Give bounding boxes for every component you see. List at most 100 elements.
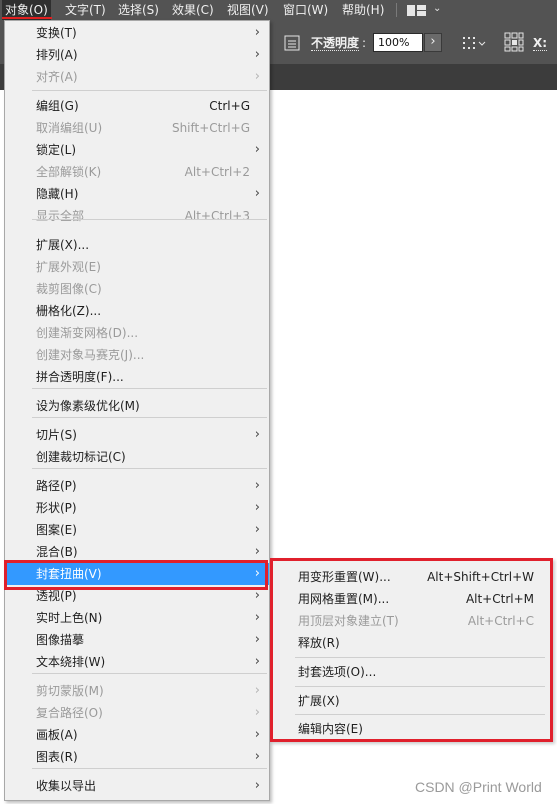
menu-item-label: 拼合透明度(F)... <box>36 370 124 384</box>
menu-item-show-all[interactable]: 显示全部 Alt+Ctrl+3 <box>5 205 269 227</box>
menu-item-lock[interactable]: 锁定(L) › <box>5 139 269 161</box>
menu-item-group[interactable]: 编组(G) Ctrl+G <box>5 95 269 117</box>
menu-item-artboards[interactable]: 画板(A) › <box>5 724 269 746</box>
menu-item-hide[interactable]: 隐藏(H) › <box>5 183 269 205</box>
menu-bar: 对象(O) 文字(T) 选择(S) 效果(C) 视图(V) 窗口(W) 帮助(H… <box>0 0 557 20</box>
menu-item-unlock-all[interactable]: 全部解锁(K) Alt+Ctrl+2 <box>5 161 269 183</box>
menu-item-label: 编组(G) <box>36 99 79 113</box>
chevron-right-icon: › <box>254 654 260 669</box>
menu-item-label: 创建对象马赛克(J)... <box>36 348 145 362</box>
menu-divider <box>32 388 267 389</box>
chevron-right-icon: › <box>254 186 260 201</box>
menu-item-label: 栅格化(Z)... <box>36 304 102 318</box>
menu-item-align[interactable]: 对齐(A) › <box>5 66 269 88</box>
menu-item-create-gradient-mesh[interactable]: 创建渐变网格(D)... <box>5 322 269 344</box>
submenu-item-make-with-top-object[interactable]: 用顶层对象建立(T) Alt+Ctrl+C <box>273 610 550 632</box>
menu-item-arrange[interactable]: 排列(A) › <box>5 44 269 66</box>
menu-item-shape[interactable]: 形状(P) › <box>5 497 269 519</box>
submenu-divider <box>295 686 545 687</box>
menu-divider <box>32 673 267 674</box>
x-coordinate-label[interactable]: X: <box>533 36 548 51</box>
menu-item-label: 显示全部 <box>36 209 85 223</box>
chevron-right-icon: › <box>254 47 260 62</box>
menu-item-label: 扩展外观(E) <box>36 260 101 274</box>
opacity-dropdown-button[interactable]: › <box>424 33 442 52</box>
submenu-item-label: 用变形重置(W)... <box>298 570 391 584</box>
document-setup-icon[interactable] <box>284 35 300 51</box>
menu-item-label: 创建裁切标记(C) <box>36 450 126 464</box>
menu-effect[interactable]: 效果(C) <box>172 0 214 20</box>
grid-layout-icon[interactable] <box>407 5 427 16</box>
submenu-item-reset-with-warp[interactable]: 用变形重置(W)... Alt+Shift+Ctrl+W <box>273 566 550 588</box>
menu-item-label: 形状(P) <box>36 501 77 515</box>
menu-item-graph[interactable]: 图表(R) › <box>5 746 269 768</box>
chevron-right-icon: › <box>254 566 260 581</box>
menu-item-clipping-mask[interactable]: 剪切蒙版(M) › <box>5 680 269 702</box>
submenu-item-label: 用网格重置(M)... <box>298 592 390 606</box>
menu-item-label: 对齐(A) <box>36 70 78 84</box>
chevron-right-icon: › <box>254 749 260 764</box>
chevron-right-icon: › <box>254 25 260 40</box>
menu-item-label: 文本绕排(W) <box>36 655 106 669</box>
submenu-item-label: 封套选项(O)... <box>298 665 377 679</box>
opacity-input[interactable]: 100% <box>373 33 423 52</box>
reference-point-icon[interactable] <box>504 32 524 52</box>
menu-item-label: 剪切蒙版(M) <box>36 684 104 698</box>
menu-select[interactable]: 选择(S) <box>118 0 159 20</box>
menu-item-ungroup[interactable]: 取消编组(U) Shift+Ctrl+G <box>5 117 269 139</box>
menu-item-make-pixel-perfect[interactable]: 设为像素级优化(M) <box>5 395 269 417</box>
menu-divider <box>32 468 267 469</box>
menu-help[interactable]: 帮助(H) <box>342 0 384 20</box>
submenu-item-expand[interactable]: 扩展(X) <box>273 690 550 712</box>
menu-item-label: 实时上色(N) <box>36 611 103 625</box>
chevron-down-icon[interactable]: ⌄ <box>433 3 441 14</box>
menu-item-label: 图表(R) <box>36 750 78 764</box>
submenu-item-label: 编辑内容(E) <box>298 722 363 736</box>
chevron-right-icon: › <box>254 478 260 493</box>
menu-item-expand-appearance[interactable]: 扩展外观(E) <box>5 256 269 278</box>
chevron-right-icon: › <box>254 69 260 84</box>
watermark: CSDN @Print World <box>415 779 542 795</box>
menu-item-create-trim-marks[interactable]: 创建裁切标记(C) <box>5 446 269 468</box>
menu-item-path[interactable]: 路径(P) › <box>5 475 269 497</box>
menu-item-label: 创建渐变网格(D)... <box>36 326 139 340</box>
submenu-item-label: 用顶层对象建立(T) <box>298 614 399 628</box>
menu-item-create-object-mosaic[interactable]: 创建对象马赛克(J)... <box>5 344 269 366</box>
menu-item-label: 全部解锁(K) <box>36 165 102 179</box>
menu-item-label: 设为像素级优化(M) <box>36 399 140 413</box>
menu-item-live-paint[interactable]: 实时上色(N) › <box>5 607 269 629</box>
menu-item-label: 隐藏(H) <box>36 187 79 201</box>
menu-item-perspective[interactable]: 透视(P) › <box>5 585 269 607</box>
submenu-item-release[interactable]: 释放(R) <box>273 632 550 654</box>
submenu-item-shortcut: Alt+Ctrl+C <box>467 614 534 628</box>
menu-item-pattern[interactable]: 图案(E) › <box>5 519 269 541</box>
menu-type[interactable]: 文字(T) <box>65 0 106 20</box>
menu-item-slice[interactable]: 切片(S) › <box>5 424 269 446</box>
menu-item-label: 裁剪图像(C) <box>36 282 102 296</box>
menu-item-label: 复合路径(O) <box>36 706 103 720</box>
menu-item-expand[interactable]: 扩展(X)... <box>5 234 269 256</box>
menu-item-text-wrap[interactable]: 文本绕排(W) › <box>5 651 269 673</box>
menu-item-flatten-transparency[interactable]: 拼合透明度(F)... <box>5 366 269 388</box>
menu-item-crop-image[interactable]: 裁剪图像(C) <box>5 278 269 300</box>
submenu-item-edit-contents[interactable]: 编辑内容(E) <box>273 718 550 740</box>
chevron-right-icon: › <box>254 427 260 442</box>
chevron-right-icon: › <box>254 588 260 603</box>
menu-item-label: 锁定(L) <box>36 143 77 157</box>
menu-item-image-trace[interactable]: 图像描摹 › <box>5 629 269 651</box>
menu-item-compound-path[interactable]: 复合路径(O) › <box>5 702 269 724</box>
opacity-label[interactable]: 不透明度 <box>311 36 360 51</box>
menu-item-envelope-distort[interactable]: 封套扭曲(V) › <box>5 563 269 585</box>
submenu-item-reset-with-mesh[interactable]: 用网格重置(M)... Alt+Ctrl+M <box>273 588 550 610</box>
menu-item-label: 图案(E) <box>36 523 77 537</box>
menu-item-collect-for-export[interactable]: 收集以导出 › <box>5 775 269 797</box>
menu-item-transform[interactable]: 变换(T) › <box>5 22 269 44</box>
menu-item-blend[interactable]: 混合(B) › <box>5 541 269 563</box>
align-grid-icon[interactable] <box>462 35 488 51</box>
submenu-item-envelope-options[interactable]: 封套选项(O)... <box>273 661 550 683</box>
menu-view[interactable]: 视图(V) <box>227 0 269 20</box>
menu-item-rasterize[interactable]: 栅格化(Z)... <box>5 300 269 322</box>
menu-item-shortcut: Alt+Ctrl+2 <box>184 165 250 179</box>
menu-item-label: 排列(A) <box>36 48 78 62</box>
menu-window[interactable]: 窗口(W) <box>283 0 328 20</box>
